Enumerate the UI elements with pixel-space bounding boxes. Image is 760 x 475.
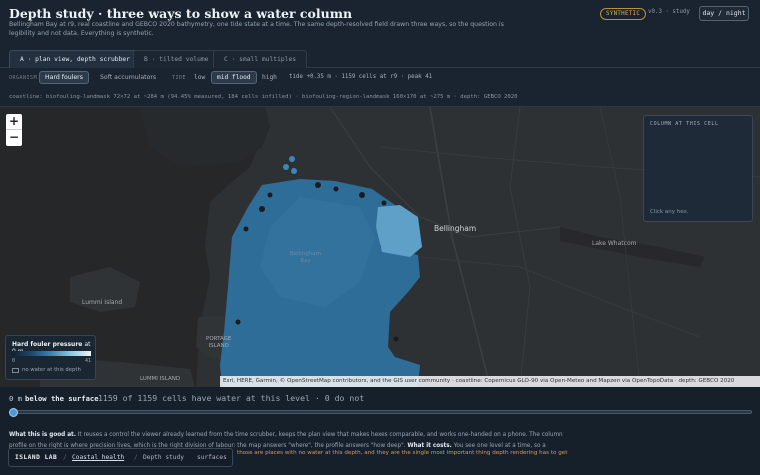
nav-coastal-health[interactable]: Coastal health (72, 454, 124, 461)
legend-max: 41 (85, 358, 92, 364)
column-profile-panel: COLUMN AT THIS CELL Click any hex. (643, 115, 753, 222)
map-attribution: Esri, HERE, Garmin, © OpenStreetMap cont… (220, 376, 760, 387)
place-portage-island: PORTAGE ISLAND (206, 336, 232, 349)
page-header: Depth study · three ways to show a water… (0, 0, 760, 46)
column-panel-hint: Click any hex. (650, 209, 689, 215)
view-tabs: A · plan view, depth scrubber B · tilted… (0, 46, 760, 68)
depth-value: 0 m (9, 394, 22, 403)
organism-soft-accumulators-button[interactable]: Soft accumulators (94, 71, 162, 84)
legend-min: 0 (12, 358, 16, 364)
zoom-in-button[interactable]: + (6, 114, 22, 130)
depth-label: below the surface (25, 394, 99, 403)
warning-text: those are places with no water at this d… (237, 450, 568, 456)
column-panel-title: COLUMN AT THIS CELL (650, 121, 719, 127)
place-lummi-island: Lummi Island (82, 299, 123, 306)
synthetic-badge: SYNTHETIC (600, 8, 647, 20)
place-lummi-island-lower: LUMMI ISLAND (140, 376, 181, 382)
controls-row: ORGANISM Hard foulers Soft accumulators … (0, 68, 760, 88)
tide-label: TIDE (172, 75, 187, 81)
depth-scrubber: 0 m below the surface 1159 of 1159 cells… (0, 387, 760, 427)
nav-surfaces[interactable]: surfaces (197, 454, 227, 461)
nav-depth-study[interactable]: Depth study (143, 454, 184, 461)
nav-brand[interactable]: ISLAND LAB (15, 454, 57, 461)
coastline-source-bar: coastline: biofouling-landmask 72×72 at … (0, 88, 760, 107)
organism-hard-foulers-button[interactable]: Hard foulers (39, 71, 89, 84)
tab-small-multiples[interactable]: C · small multiples (213, 50, 308, 68)
version-label: v0.3 · study (648, 9, 690, 15)
tab-tilted-volume[interactable]: B · tilted volume (133, 50, 220, 68)
depth-slider-thumb[interactable] (9, 408, 18, 417)
map-view[interactable]: + − Bellingham Lake Whatcom Lummi Island… (0, 107, 760, 387)
depth-status: 1159 of 1159 cells have water at this le… (98, 393, 365, 403)
theme-toggle-button[interactable]: day / night (699, 6, 749, 21)
page-subtitle: Bellingham Bay at r9, real coastline and… (9, 21, 504, 37)
page-title: Depth study · three ways to show a water… (9, 6, 353, 21)
depth-slider-track[interactable] (11, 410, 752, 414)
tide-low-button[interactable]: low (188, 71, 211, 84)
legend-no-water-label: no water at this depth (22, 367, 81, 373)
tide-high-button[interactable]: high (256, 71, 283, 84)
place-bellingham: Bellingham (434, 224, 477, 233)
coastline-source-text: coastline: biofouling-landmask 72×72 at … (9, 94, 518, 100)
tide-info: tide +0.35 m · 1159 cells at r9 · peak 4… (289, 74, 433, 80)
place-bellingham-bay: Bellingham Bay (290, 251, 321, 264)
organism-label: ORGANISM (9, 75, 38, 81)
no-water-swatch (12, 368, 19, 373)
tab-plan-view[interactable]: A · plan view, depth scrubber (9, 50, 141, 68)
legend-color-ramp (12, 351, 91, 356)
map-legend: Hard fouler pressure at 0 m 0 41 no wate… (5, 335, 96, 380)
tide-mid-flood-button[interactable]: mid flood (211, 71, 257, 84)
place-lake-whatcom: Lake Whatcom (592, 240, 637, 247)
zoom-out-button[interactable]: − (6, 130, 22, 146)
bottom-nav: ISLAND LAB / Coastal health / Depth stud… (8, 448, 233, 467)
